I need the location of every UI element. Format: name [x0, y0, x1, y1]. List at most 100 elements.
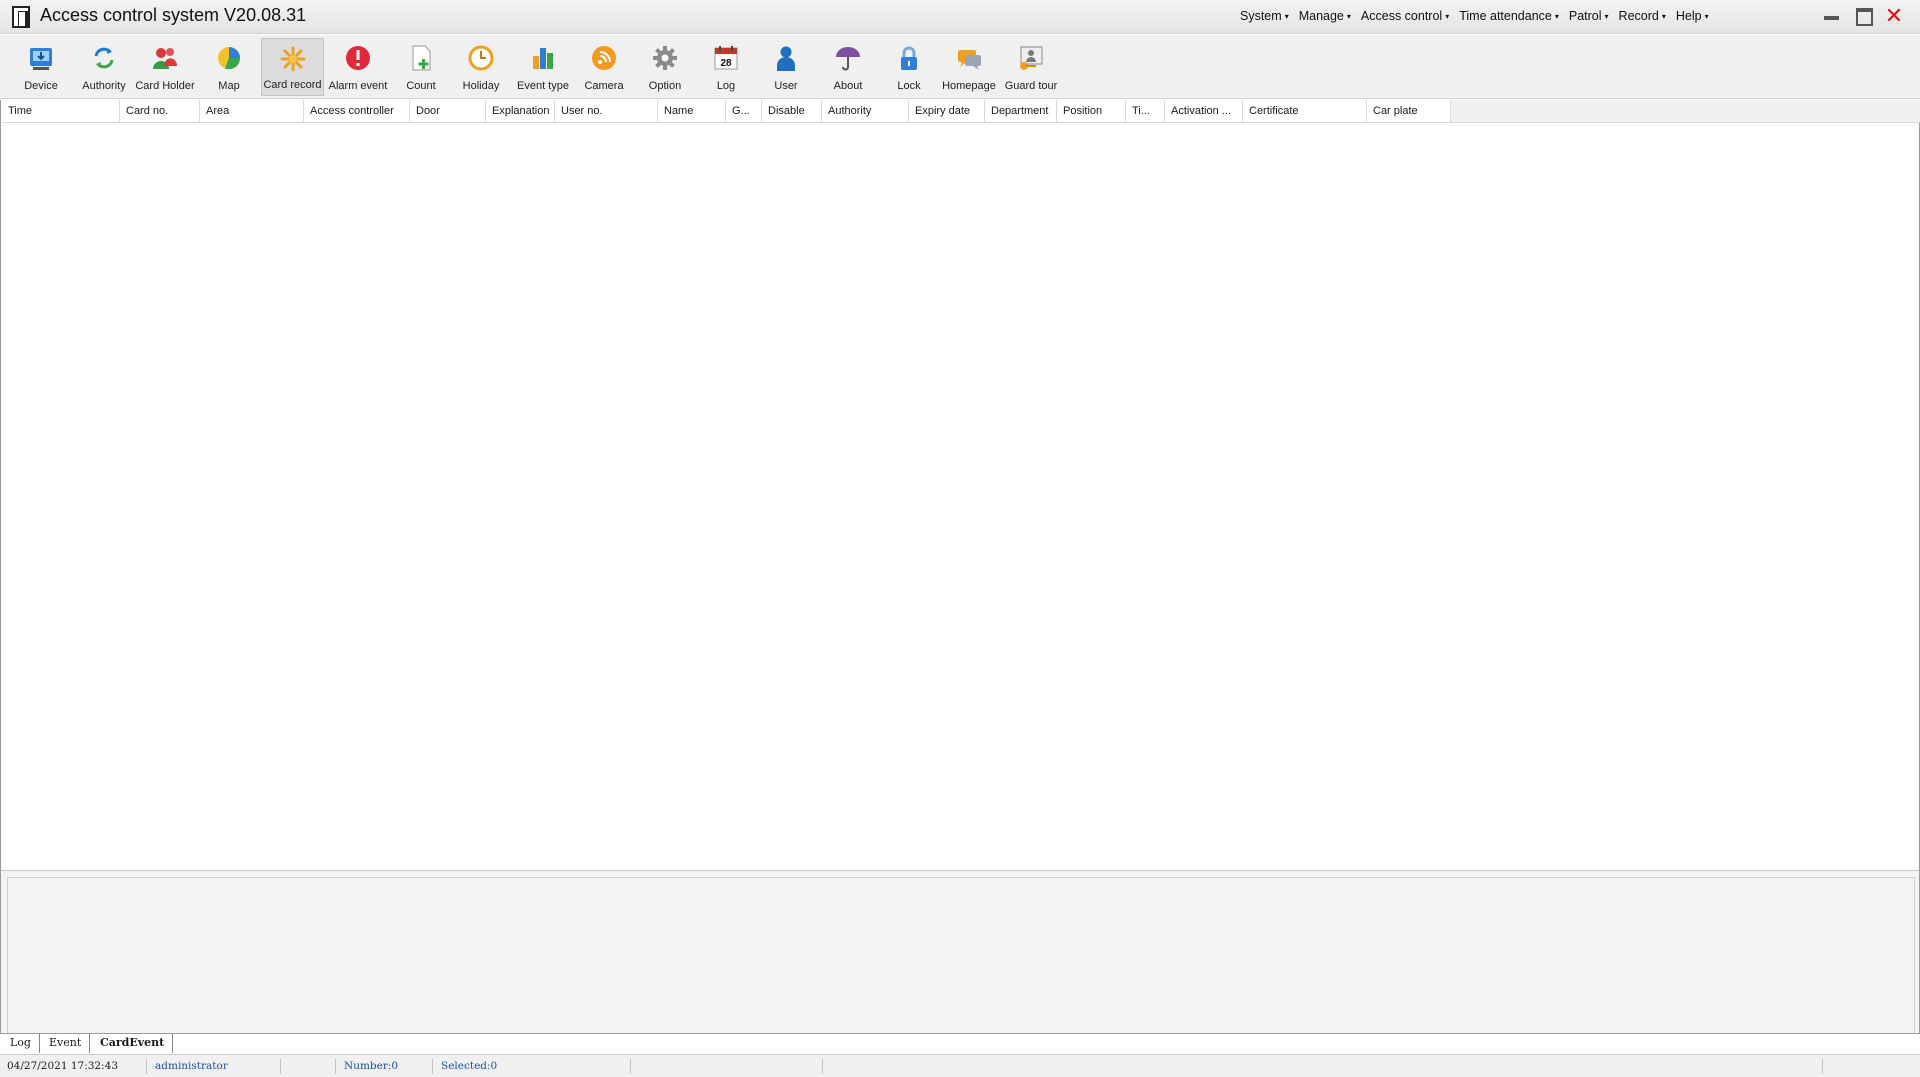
menu-help[interactable]: Help ▾: [1671, 9, 1714, 23]
column-header-car-plate[interactable]: Car plate: [1367, 100, 1451, 123]
toolbar-card-record-button[interactable]: Card record: [261, 38, 324, 96]
column-header-certificate[interactable]: Certificate: [1243, 100, 1367, 123]
toolbar-guard-tour-label: Guard tour: [1004, 80, 1058, 92]
menu-patrol-label: Patrol: [1568, 9, 1602, 23]
bottom-tab-strip: Log Event CardEvent: [0, 1033, 1920, 1053]
menu-time-attendance[interactable]: Time attendance ▾: [1454, 9, 1564, 23]
toolbar-homepage-label: Homepage: [942, 80, 996, 92]
column-header-name[interactable]: Name: [658, 100, 726, 123]
authority-icon: [94, 47, 114, 69]
homepage-icon: [958, 50, 981, 70]
card-holder-icon: [153, 48, 177, 69]
toolbar-lock-label: Lock: [897, 80, 921, 92]
menu-record-label: Record: [1618, 9, 1659, 23]
toolbar-event-type-button[interactable]: Event type: [512, 38, 574, 96]
column-header-explanation[interactable]: Explanation: [486, 100, 555, 123]
maximize-button[interactable]: [1852, 5, 1876, 27]
log-icon: 28: [714, 46, 738, 70]
toolbar-holiday-label: Holiday: [462, 80, 500, 92]
column-header-access-controller[interactable]: Access controller: [304, 100, 410, 123]
status-separator: [146, 1059, 147, 1074]
toolbar-user-button[interactable]: User: [761, 38, 811, 96]
toolbar-homepage-button[interactable]: Homepage: [941, 38, 997, 96]
column-header-time[interactable]: Time: [2, 100, 120, 123]
toolbar-device-label: Device: [24, 80, 58, 92]
user-icon: [777, 46, 795, 71]
app-door-icon: [12, 6, 30, 28]
menu-access-control[interactable]: Access control ▾: [1356, 9, 1454, 23]
toolbar-user-label: User: [774, 80, 798, 92]
log-calendar-day: 28: [720, 58, 732, 69]
event-log-panel: [0, 870, 1920, 1034]
card-record-table[interactable]: Time Card no. Area Access controller Doo…: [0, 100, 1920, 870]
menu-record[interactable]: Record ▾: [1614, 9, 1671, 23]
toolbar-map-button[interactable]: Map: [204, 38, 254, 96]
toolbar-holiday-button[interactable]: Holiday: [456, 38, 506, 96]
status-number: Number:0: [344, 1060, 399, 1072]
toolbar-about-button[interactable]: About: [823, 38, 873, 96]
toolbar-log-button[interactable]: 28 Log: [701, 38, 751, 96]
chevron-down-icon: ▾: [1604, 12, 1609, 21]
menu-help-label: Help: [1675, 9, 1702, 23]
column-header-expiry-date[interactable]: Expiry date: [909, 100, 985, 123]
event-log-content[interactable]: [7, 877, 1915, 1034]
status-separator: [1822, 1059, 1823, 1074]
toolbar-camera-label: Camera: [584, 80, 624, 92]
status-separator: [822, 1059, 823, 1074]
toolbar-authority-button[interactable]: Authority: [76, 38, 132, 96]
toolbar-lock-button[interactable]: Lock: [884, 38, 934, 96]
column-header-area[interactable]: Area: [200, 100, 304, 123]
toolbar-device-button[interactable]: Device: [16, 38, 66, 96]
toolbar-count-label: Count: [406, 80, 436, 92]
toolbar-option-button[interactable]: Option: [640, 38, 690, 96]
lock-icon: [901, 46, 917, 70]
menu-patrol[interactable]: Patrol ▾: [1564, 9, 1614, 23]
status-selected: Selected:0: [441, 1060, 498, 1072]
column-header-card-no[interactable]: Card no.: [120, 100, 200, 123]
status-separator: [630, 1059, 631, 1074]
chevron-down-icon: ▾: [1554, 12, 1559, 21]
column-header-title[interactable]: Ti...: [1126, 100, 1165, 123]
toolbar-card-holder-button[interactable]: Card Holder: [134, 38, 196, 96]
column-header-gender[interactable]: G...: [726, 100, 762, 123]
column-header-authority[interactable]: Authority: [822, 100, 909, 123]
toolbar-card-holder-label: Card Holder: [135, 80, 195, 92]
minimize-button[interactable]: [1820, 5, 1844, 27]
chevron-down-icon: ▾: [1704, 12, 1709, 21]
status-bar: 04/27/2021 17:32:43 administrator Number…: [0, 1054, 1920, 1077]
table-header-filler: [1451, 100, 1920, 123]
toolbar-count-button[interactable]: Count: [396, 38, 446, 96]
column-header-position[interactable]: Position: [1057, 100, 1126, 123]
column-header-user-no[interactable]: User no.: [555, 100, 658, 123]
umbrella-icon: [836, 47, 860, 71]
option-icon: [653, 46, 677, 70]
alarm-event-icon: [346, 46, 370, 70]
tab-log[interactable]: Log: [2, 1034, 40, 1053]
toolbar-event-type-label: Event type: [517, 80, 569, 92]
menu-system[interactable]: System ▾: [1235, 9, 1294, 23]
menu-manage-label: Manage: [1298, 9, 1344, 23]
table-header: Time Card no. Area Access controller Doo…: [2, 100, 1451, 123]
app-title: Access control system V20.08.31: [40, 5, 307, 25]
column-header-door[interactable]: Door: [410, 100, 486, 123]
close-button[interactable]: ✕: [1882, 5, 1906, 27]
toolbar-camera-button[interactable]: Camera: [578, 38, 630, 96]
column-header-department[interactable]: Department: [985, 100, 1057, 123]
toolbar-map-label: Map: [218, 80, 240, 92]
toolbar-guard-tour-button[interactable]: Guard tour: [1001, 38, 1061, 96]
column-header-activation[interactable]: Activation ...: [1165, 100, 1243, 123]
toolbar-alarm-event-button[interactable]: Alarm event: [326, 38, 390, 96]
guard-tour-icon: [1020, 46, 1043, 70]
menu-system-label: System: [1240, 9, 1282, 23]
chevron-down-icon: ▾: [1284, 12, 1289, 21]
count-icon: [412, 45, 431, 71]
tab-event[interactable]: Event: [41, 1034, 91, 1053]
status-user: administrator: [155, 1060, 228, 1072]
column-header-disable[interactable]: Disable: [762, 100, 822, 123]
toolbar-log-label: Log: [716, 80, 736, 92]
holiday-icon: [468, 45, 494, 71]
map-icon: [218, 47, 241, 70]
tab-card-event[interactable]: CardEvent: [92, 1034, 174, 1053]
menu-manage[interactable]: Manage ▾: [1294, 9, 1356, 23]
camera-icon: [592, 46, 616, 70]
